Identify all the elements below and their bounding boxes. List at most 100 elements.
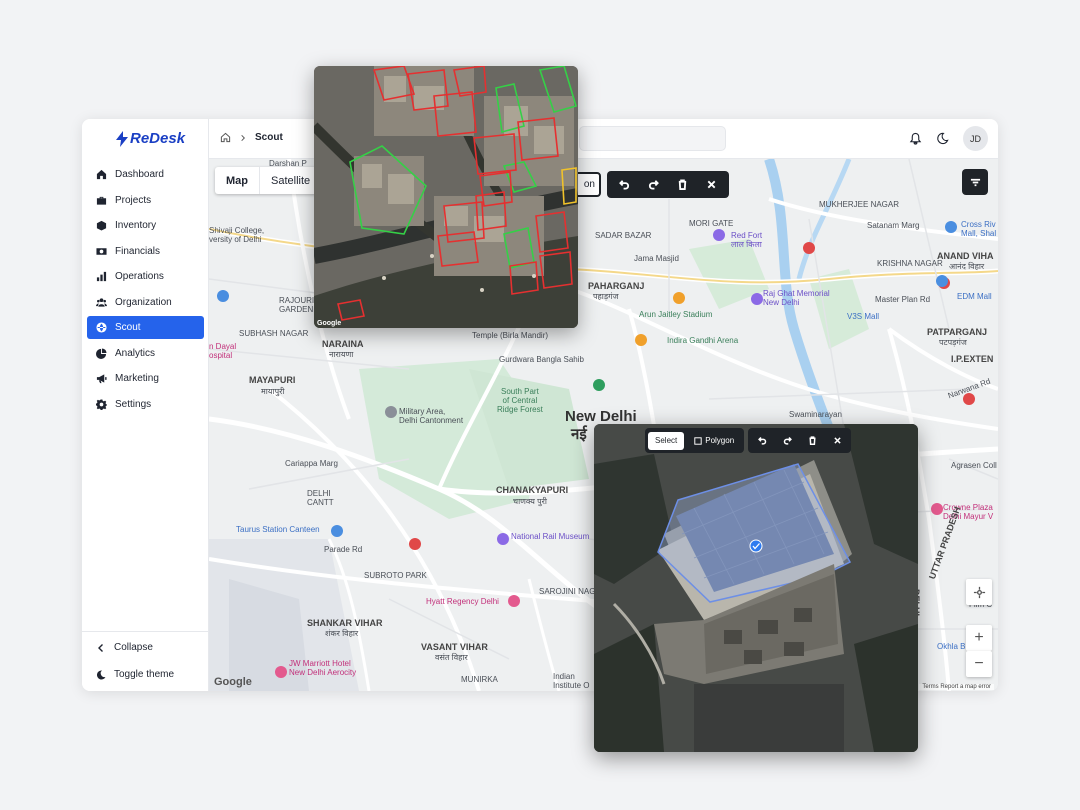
brand-name: ReDesk <box>130 130 186 147</box>
toggle-theme-button[interactable]: Toggle theme <box>82 663 209 686</box>
redo-button[interactable] <box>640 174 667 196</box>
polygon-button-label: on <box>583 179 595 190</box>
sidebar-item-inventory[interactable]: Inventory <box>87 214 204 237</box>
avatar[interactable]: JD <box>963 126 988 151</box>
polygon-mode-button[interactable]: Polygon <box>687 432 741 450</box>
map-label: Institute O <box>553 681 590 690</box>
sidebar-item-operations[interactable]: Operations <box>87 265 204 288</box>
map-label: Delhi Cantonment <box>399 416 464 425</box>
map-label: Swaminarayan <box>789 410 842 419</box>
map-label: आनंद विहार <box>949 262 985 271</box>
home-icon <box>96 169 107 180</box>
sidebar-item-scout[interactable]: Scout <box>87 316 204 339</box>
draw-mode-toolbar: Select Polygon <box>645 428 745 453</box>
sidebar-item-label: Analytics <box>115 347 156 359</box>
map-label: V3S Mall <box>847 312 880 321</box>
close-icon <box>707 180 716 189</box>
map-label: Shivaji College, <box>209 226 265 235</box>
toggle-theme-label: Toggle theme <box>114 669 175 680</box>
satellite-image-top <box>314 66 578 328</box>
zoom-in-button[interactable]: + <box>966 625 992 651</box>
undo-button[interactable] <box>611 174 638 196</box>
filter-icon <box>970 178 980 186</box>
google-attribution: Google <box>214 676 252 688</box>
map-type-toggle: Map Satellite <box>215 167 322 194</box>
map-label: नई <box>571 426 587 443</box>
sidebar-footer: Collapse Toggle theme <box>82 631 209 691</box>
map-terms[interactable]: Terms Report a map error <box>919 684 994 690</box>
satellite-panel-top[interactable]: Google <box>314 66 578 328</box>
map-label: Cariappa Marg <box>285 459 338 468</box>
chevron-right-icon <box>241 134 245 141</box>
undo-button[interactable] <box>751 432 773 450</box>
bar-chart-icon <box>96 271 107 282</box>
map-label: लाल किला <box>731 240 762 249</box>
sidebar-item-label: Marketing <box>115 373 159 384</box>
map-label: n Dayal <box>209 342 237 351</box>
delete-button[interactable] <box>669 174 696 196</box>
close-button[interactable] <box>826 432 848 450</box>
filter-button[interactable] <box>962 169 988 195</box>
sidebar-item-organization[interactable]: Organization <box>87 291 204 314</box>
map-edit-toolbar <box>607 171 729 198</box>
close-button[interactable] <box>698 174 725 196</box>
map-label: New Delhi <box>565 408 637 425</box>
delete-button[interactable] <box>801 432 823 450</box>
square-icon <box>694 436 702 445</box>
map-label: Military Area, <box>399 407 446 416</box>
breadcrumb: Scout <box>220 132 283 143</box>
undo-icon <box>757 436 766 445</box>
moon-icon[interactable] <box>936 132 949 145</box>
map-label: Raj Ghat Memorial <box>763 289 830 298</box>
map-label: Taurus Station Canteen <box>236 525 320 534</box>
sidebar-item-label: Settings <box>115 398 152 410</box>
map-label: National Rail Museum <box>511 532 590 541</box>
sidebar-nav: Dashboard Projects Inventory Financials … <box>87 163 204 418</box>
satellite-panel-bottom[interactable]: Select Polygon <box>594 424 918 752</box>
map-label: Okhla B <box>937 642 966 651</box>
map-type-satellite[interactable]: Satellite <box>259 167 321 194</box>
sidebar-item-dashboard[interactable]: Dashboard <box>87 163 204 186</box>
map-label: Master Plan Rd <box>875 295 931 304</box>
sidebar-item-projects[interactable]: Projects <box>87 189 204 212</box>
map-label: पटपड़गंज <box>939 338 967 347</box>
map-label: Gurdwara Bangla Sahib <box>499 355 584 364</box>
map-label: SUBROTO PARK <box>364 571 427 580</box>
sidebar-item-label: Inventory <box>115 220 157 231</box>
sidebar-item-label: Organization <box>115 296 172 308</box>
sidebar-item-financials[interactable]: Financials <box>87 240 204 263</box>
sidebar: ReDesk Dashboard Projects Inventory Fina… <box>82 119 209 691</box>
map-label: Arun Jaitley Stadium <box>639 310 713 319</box>
map-label: मायापुरी <box>261 387 285 396</box>
map-type-map[interactable]: Map <box>215 167 259 194</box>
users-icon <box>96 297 107 308</box>
collapse-button[interactable]: Collapse <box>82 636 209 659</box>
redo-button[interactable] <box>776 432 798 450</box>
map-label: MAYAPURI <box>249 375 296 385</box>
select-mode-label: Select <box>655 436 678 445</box>
zoom-out-button[interactable]: − <box>966 651 992 677</box>
sidebar-item-label: Financials <box>115 245 161 257</box>
map-label: Hyatt Regency Delhi <box>426 597 499 606</box>
collapse-label: Collapse <box>114 642 153 653</box>
sidebar-item-marketing[interactable]: Marketing <box>87 367 204 390</box>
select-mode-button[interactable]: Select <box>648 431 685 450</box>
locate-button[interactable] <box>966 579 992 605</box>
sidebar-item-label: Projects <box>115 194 152 206</box>
search-input[interactable] <box>579 126 726 151</box>
bell-icon[interactable] <box>909 132 922 145</box>
bolt-icon <box>116 130 128 147</box>
sidebar-item-settings[interactable]: Settings <box>87 393 204 416</box>
breadcrumb-current: Scout <box>255 132 283 143</box>
sidebar-item-analytics[interactable]: Analytics <box>87 342 204 365</box>
map-label: SUBHASH NAGAR <box>239 329 309 338</box>
sidebar-item-label: Scout <box>115 322 141 333</box>
close-icon <box>833 437 841 444</box>
brand-logo[interactable]: ReDesk <box>116 130 185 147</box>
map-label: VASANT VIHAR <box>421 642 488 652</box>
draw-edit-toolbar <box>748 428 851 453</box>
home-outline-icon[interactable] <box>220 132 231 143</box>
map-label: MUKHERJEE NAGAR <box>819 200 900 209</box>
map-label: South Part of Central Ridge Forest <box>497 387 543 415</box>
google-attribution: Google <box>317 320 342 327</box>
